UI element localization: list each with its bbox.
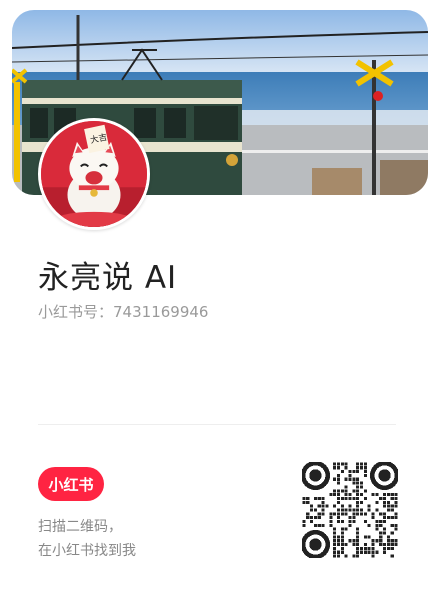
scan-hint-line2: 在小红书找到我 [38, 543, 136, 559]
user-id-label: 小红书号： [38, 303, 114, 321]
user-id-value: 7431169946 [113, 303, 209, 321]
scan-hint-line1: 扫描二维码， [38, 519, 122, 535]
profile-name: 永亮说 AI [38, 260, 178, 296]
divider [38, 424, 396, 425]
avatar[interactable]: 大吉 [38, 118, 150, 230]
qr-code-icon[interactable] [302, 462, 398, 558]
xiaohongshu-logo-icon: 小红书 [38, 467, 104, 501]
profile-share-card: 大吉 永亮说 AI 小红书号：7431169946 小红书 扫描二维码， 在小红… [0, 0, 439, 600]
scan-hint: 扫描二维码， 在小红书找到我 [38, 515, 136, 563]
user-id: 小红书号：7431169946 [38, 301, 208, 322]
